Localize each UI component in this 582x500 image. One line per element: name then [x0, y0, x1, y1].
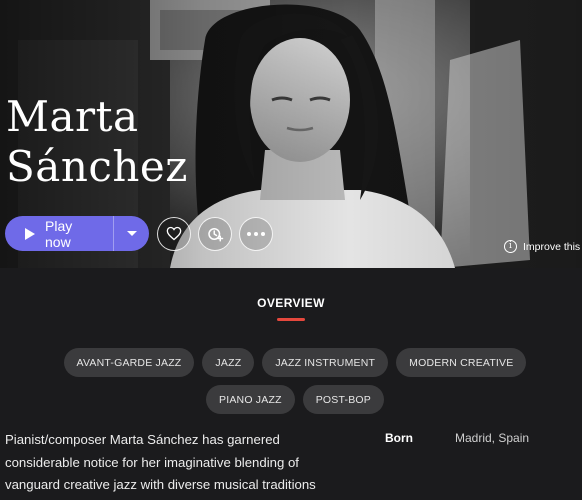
artist-bio: Pianist/composer Marta Sánchez has garne…: [5, 432, 316, 492]
play-now-label: Play now: [45, 217, 73, 250]
play-button-group: Play now: [5, 216, 149, 251]
more-icon: [247, 231, 265, 236]
play-options-button[interactable]: [114, 216, 149, 251]
genre-tag[interactable]: JAZZ: [202, 348, 255, 377]
artist-name-line2: Sánchez: [6, 142, 188, 191]
chevron-down-icon: [126, 231, 137, 236]
more-options-button[interactable]: [239, 216, 273, 251]
play-icon: [25, 227, 35, 240]
artist-name-line1: Marta: [6, 92, 139, 141]
genre-tag[interactable]: JAZZ INSTRUMENT: [262, 348, 389, 377]
born-value: Madrid, Spain: [455, 431, 530, 445]
genre-tag[interactable]: MODERN CREATIVE: [396, 348, 527, 377]
improve-this-link[interactable]: i Improve this: [504, 240, 580, 253]
genre-tag[interactable]: POST-BOP: [302, 385, 384, 414]
tab-overview[interactable]: OVERVIEW: [0, 296, 582, 310]
artist-name: Marta Sánchez: [6, 92, 188, 192]
tab-active-indicator: [277, 318, 305, 321]
tab-overview-label: OVERVIEW: [257, 296, 325, 310]
favorite-button[interactable]: [157, 216, 191, 251]
add-to-queue-icon: [208, 227, 224, 241]
born-label: Born: [385, 431, 413, 445]
artist-facts: Born Madrid, Spain: [385, 431, 529, 445]
genre-tags: AVANT-GARDE JAZZ JAZZ JAZZ INSTRUMENT MODER…: [30, 348, 560, 414]
genre-tag[interactable]: PIANO JAZZ: [206, 385, 295, 414]
play-now-button[interactable]: Play now: [5, 216, 113, 251]
heart-icon: [166, 226, 182, 241]
info-icon: i: [504, 240, 517, 253]
add-to-queue-button[interactable]: [198, 216, 232, 251]
artist-actions: Play now: [5, 216, 273, 251]
improve-this-label: Improve this: [523, 240, 581, 253]
artist-hero: Marta Sánchez Play now i Improve this: [0, 0, 582, 268]
genre-tag[interactable]: AVANT-GARDE JAZZ: [63, 348, 195, 377]
